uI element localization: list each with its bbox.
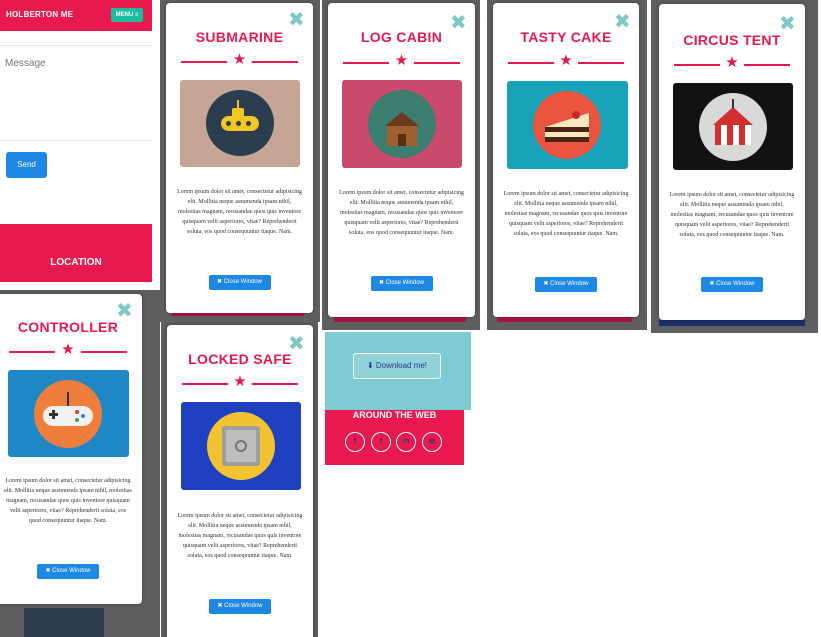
modal-card: ✖ CONTROLLER ★ Lorem ipsum dolor sit ame… <box>0 294 142 604</box>
modal-description: Lorem ipsum dolor sit amet, consectetur … <box>503 191 629 237</box>
tasty-cake-icon <box>533 91 601 159</box>
star-divider: ★ <box>659 53 805 71</box>
send-button[interactable]: Send <box>6 152 47 178</box>
star-divider: ★ <box>0 340 142 358</box>
social-section: AROUND THE WEB f t in ◎ <box>325 410 464 465</box>
star-icon: ★ <box>61 340 75 358</box>
modal-title: CIRCUS TENT <box>683 32 781 48</box>
circus-tent-image <box>673 83 793 170</box>
circus-tent-icon <box>699 93 767 161</box>
message-textarea[interactable]: Message <box>0 45 152 141</box>
star-divider: ★ <box>328 51 475 69</box>
facebook-icon[interactable]: f <box>345 432 365 452</box>
star-icon: ★ <box>394 51 409 69</box>
download-button[interactable]: ⬇ Download me! <box>353 353 441 379</box>
linkedin-icon[interactable]: in <box>396 432 416 452</box>
page-screenshot: HOLBERTON ME MENU ≡ Message Send LOCATIO… <box>0 0 152 282</box>
location-heading: LOCATION <box>50 257 102 268</box>
star-divider: ★ <box>166 50 313 68</box>
submarine-image <box>180 80 300 167</box>
close-icon[interactable]: ✖ <box>288 9 305 29</box>
twitter-icon[interactable]: t <box>371 432 391 452</box>
star-icon: ★ <box>725 53 739 71</box>
download-label: Download me! <box>375 361 428 370</box>
modal-title: LOCKED SAFE <box>188 351 292 367</box>
star-icon: ★ <box>232 50 247 68</box>
close-window-button[interactable]: ✖ Close Window <box>535 277 597 292</box>
download-icon: ⬇ <box>366 361 374 370</box>
modal-title: SUBMARINE <box>195 29 284 45</box>
modal-screenshot-submarine: ✖ SUBMARINE ★ Lorem ipsum dolor sit amet… <box>160 0 320 322</box>
modal-title: LOG CABIN <box>360 29 443 45</box>
log-cabin-image <box>342 80 462 168</box>
modal-screenshot-log-cabin: ✖ LOG CABIN ★ Lorem ipsum dolor sit amet… <box>322 0 480 330</box>
close-window-button[interactable]: ✖ Close Window <box>37 564 99 579</box>
modal-description: Lorem ipsum dolor sit amet, consectetur … <box>339 190 464 236</box>
submarine-icon <box>206 90 274 156</box>
backdrop-strip <box>24 608 104 637</box>
social-heading: AROUND THE WEB <box>352 410 437 420</box>
log-cabin-icon <box>368 90 436 158</box>
menu-button[interactable]: MENU ≡ <box>111 8 143 22</box>
modal-card: ✖ TASTY CAKE ★ Lorem ipsum dolor sit ame… <box>493 3 639 317</box>
close-icon[interactable]: ✖ <box>116 300 133 320</box>
backdrop-strip <box>659 320 805 326</box>
location-section: LOCATION <box>0 224 152 282</box>
modal-description: Lorem ipsum dolor sit amet, consectetur … <box>177 189 302 235</box>
modal-screenshot-locked-safe: ✖ LOCKED SAFE ★ Lorem ipsum dolor sit am… <box>161 322 318 637</box>
star-divider: ★ <box>167 372 313 390</box>
close-window-button[interactable]: ✖ Close Window <box>208 275 271 290</box>
brand-link[interactable]: HOLBERTON ME <box>6 10 73 19</box>
modal-screenshot-tasty-cake: ✖ TASTY CAKE ★ Lorem ipsum dolor sit ame… <box>487 0 647 330</box>
modal-screenshot-controller: ✖ CONTROLLER ★ Lorem ipsum dolor sit ame… <box>0 290 160 637</box>
modal-card: ✖ LOG CABIN ★ Lorem ipsum dolor sit amet… <box>328 3 475 317</box>
locked-safe-icon <box>207 412 275 480</box>
modal-card: ✖ CIRCUS TENT ★ Lorem ipsum dolor sit am… <box>659 4 805 320</box>
star-divider: ★ <box>493 51 639 69</box>
modal-screenshot-circus-tent: ✖ CIRCUS TENT ★ Lorem ipsum dolor sit am… <box>651 0 818 333</box>
navbar: HOLBERTON ME MENU ≡ <box>0 0 152 31</box>
close-window-button[interactable]: ✖ Close Window <box>209 599 271 614</box>
message-placeholder: Message <box>5 58 46 69</box>
page-screenshot-edge <box>0 282 160 288</box>
close-icon[interactable]: ✖ <box>288 333 305 353</box>
star-icon: ★ <box>559 51 573 69</box>
star-icon: ★ <box>233 372 247 390</box>
modal-title: TASTY CAKE <box>520 29 612 45</box>
close-window-button[interactable]: ✖ Close Window <box>370 276 433 291</box>
modal-title: CONTROLLER <box>17 319 119 335</box>
modal-description: Lorem ipsum dolor sit amet, consectetur … <box>669 192 795 238</box>
controller-icon <box>34 380 102 448</box>
close-window-button[interactable]: ✖ Close Window <box>701 277 763 292</box>
close-icon[interactable]: ✖ <box>614 11 631 31</box>
modal-description: Lorem ipsum dolor sit amet, consectetur … <box>4 478 132 524</box>
modal-card: ✖ LOCKED SAFE ★ Lorem ipsum dolor sit am… <box>167 325 313 637</box>
download-section: ⬇ Download me! <box>325 332 471 410</box>
tasty-cake-image <box>507 81 628 169</box>
close-icon[interactable]: ✖ <box>779 13 796 33</box>
locked-safe-image <box>181 402 301 490</box>
modal-description: Lorem ipsum dolor sit amet, consectetur … <box>177 513 303 559</box>
modal-card: ✖ SUBMARINE ★ Lorem ipsum dolor sit amet… <box>166 3 313 313</box>
dribbble-icon[interactable]: ◎ <box>422 432 442 452</box>
controller-image <box>8 370 129 457</box>
